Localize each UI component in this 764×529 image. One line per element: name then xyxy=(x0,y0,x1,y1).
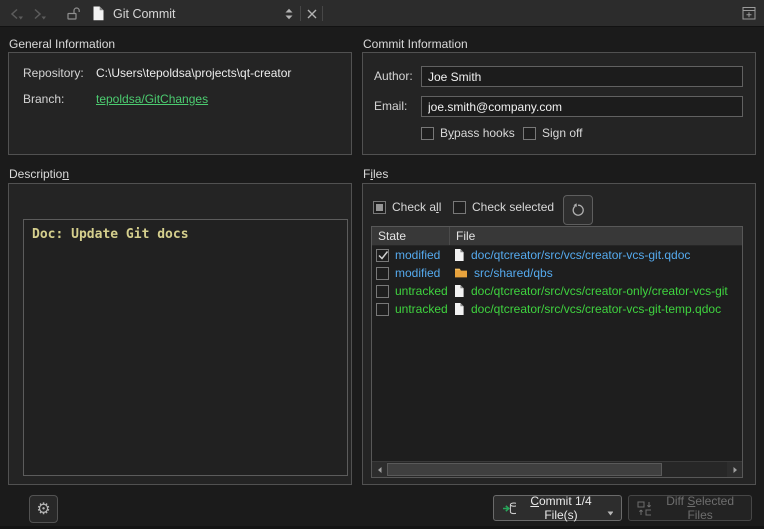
files-table-hscrollbar[interactable] xyxy=(372,461,742,477)
description-section-title: Description xyxy=(9,167,70,181)
file-state-label: untracked xyxy=(395,284,448,298)
author-label: Author: xyxy=(374,69,413,83)
file-state-label: untracked xyxy=(395,302,448,316)
check-selected-label: Check selected xyxy=(472,200,555,214)
file-icon xyxy=(455,249,464,261)
arrow-right-icon xyxy=(733,466,737,473)
unlock-icon xyxy=(67,7,80,20)
file-path: doc/qtcreator/src/vcs/creator-vcs-git-te… xyxy=(471,302,722,316)
file-row[interactable]: modified doc/qtcreator/src/vcs/creator-v… xyxy=(372,246,742,264)
file-path: doc/qtcreator/src/vcs/creator-only/creat… xyxy=(471,284,728,298)
email-label: Email: xyxy=(374,99,408,113)
bypass-hooks-checkbox[interactable] xyxy=(421,126,434,140)
check-all-label: Check all xyxy=(392,200,442,214)
column-header-state[interactable]: State xyxy=(372,227,450,245)
branch-link[interactable]: tepoldsa/GitChanges xyxy=(96,92,208,106)
back-icon xyxy=(10,8,23,20)
commit-info-section-title: Commit Information xyxy=(363,37,468,51)
back-button[interactable] xyxy=(8,7,24,21)
refresh-icon xyxy=(572,203,584,216)
document-icon xyxy=(92,5,105,22)
file-row[interactable]: modified src/shared/qbs xyxy=(372,264,742,282)
document-selector-button[interactable] xyxy=(284,7,294,21)
general-info-box: Repository: C:\Users\tepoldsa\projects\q… xyxy=(8,52,352,155)
column-header-file[interactable]: File xyxy=(450,227,742,245)
scroll-left-button[interactable] xyxy=(372,462,387,477)
files-table-header: State File xyxy=(372,227,742,246)
scroll-right-button[interactable] xyxy=(727,462,742,477)
file-checkbox[interactable] xyxy=(376,302,389,316)
gear-icon: ⚙ xyxy=(36,501,51,518)
file-path: doc/qtcreator/src/vcs/creator-vcs-git.qd… xyxy=(471,248,691,262)
close-icon xyxy=(307,9,317,19)
diff-icon xyxy=(637,501,652,515)
sign-off-label: Sign off xyxy=(542,126,583,140)
file-path: src/shared/qbs xyxy=(474,266,553,280)
file-checkbox[interactable] xyxy=(376,266,389,280)
files-section-title: Files xyxy=(363,167,389,181)
bypass-hooks-checkbox-row[interactable]: Bypass hooks xyxy=(421,126,515,140)
diff-selected-files-button[interactable]: Diff Selected Files xyxy=(628,494,752,522)
files-box: Check all Check selected State File modi… xyxy=(362,183,756,485)
toolbar-separator xyxy=(322,6,323,21)
files-table-body: modified doc/qtcreator/src/vcs/creator-v… xyxy=(372,246,742,318)
check-all-checkbox[interactable] xyxy=(373,200,386,214)
description-box: Doc: Update Git docs xyxy=(8,183,352,485)
commit-info-box: Author: Email: Bypass hooks Sign off xyxy=(362,52,756,155)
toolbar-separator xyxy=(300,6,301,21)
general-info-section-title: General Information xyxy=(9,37,116,51)
file-checkbox[interactable] xyxy=(376,284,389,298)
file-row[interactable]: untracked doc/qtcreator/src/vcs/creator-… xyxy=(372,300,742,318)
arrow-left-icon xyxy=(377,466,381,473)
branch-label: Branch: xyxy=(23,92,65,106)
check-all-row[interactable]: Check all xyxy=(373,200,441,214)
file-row[interactable]: untracked doc/qtcreator/src/vcs/creator-… xyxy=(372,282,742,300)
description-editor[interactable]: Doc: Update Git docs xyxy=(23,219,348,476)
editor-toolbar: Git Commit xyxy=(0,0,764,27)
file-state-label: modified xyxy=(395,248,441,262)
updown-arrows-icon xyxy=(285,8,293,20)
forward-icon xyxy=(34,8,46,20)
file-checkbox[interactable] xyxy=(376,248,389,262)
repository-label: Repository: xyxy=(23,66,84,80)
sign-off-checkbox-row[interactable]: Sign off xyxy=(523,126,582,140)
file-icon xyxy=(455,303,464,315)
file-icon xyxy=(455,285,464,297)
forward-button[interactable] xyxy=(31,7,47,21)
files-table: State File modified doc/qtcreator/src/vc… xyxy=(371,226,743,478)
author-input[interactable] xyxy=(421,66,743,87)
repository-value: C:\Users\tepoldsa\projects\qt-creator xyxy=(96,66,292,80)
commit-button-label: Commit 1/4 File(s) xyxy=(530,494,592,522)
folder-icon xyxy=(455,268,467,278)
commit-icon xyxy=(503,502,516,514)
dropdown-caret-icon xyxy=(607,511,613,516)
close-document-button[interactable] xyxy=(306,8,318,20)
scrollbar-thumb[interactable] xyxy=(387,463,663,476)
document-title: Git Commit xyxy=(113,7,176,21)
settings-button[interactable]: ⚙ xyxy=(29,495,58,523)
sign-off-checkbox[interactable] xyxy=(523,126,536,140)
bypass-hooks-label: Bypass hooks xyxy=(440,126,515,140)
commit-button[interactable]: Commit 1/4 File(s) xyxy=(493,494,622,522)
check-selected-row[interactable]: Check selected xyxy=(453,200,554,214)
window-plus-icon xyxy=(742,7,756,20)
diff-button-label: Diff Selected Files xyxy=(666,494,735,522)
file-state-label: modified xyxy=(395,266,441,280)
check-selected-checkbox[interactable] xyxy=(453,200,466,214)
open-in-new-window-button[interactable] xyxy=(742,6,757,21)
scrollbar-track[interactable] xyxy=(387,462,727,477)
refresh-button[interactable] xyxy=(563,195,593,225)
email-input[interactable] xyxy=(421,96,743,117)
lock-button[interactable] xyxy=(66,6,82,21)
